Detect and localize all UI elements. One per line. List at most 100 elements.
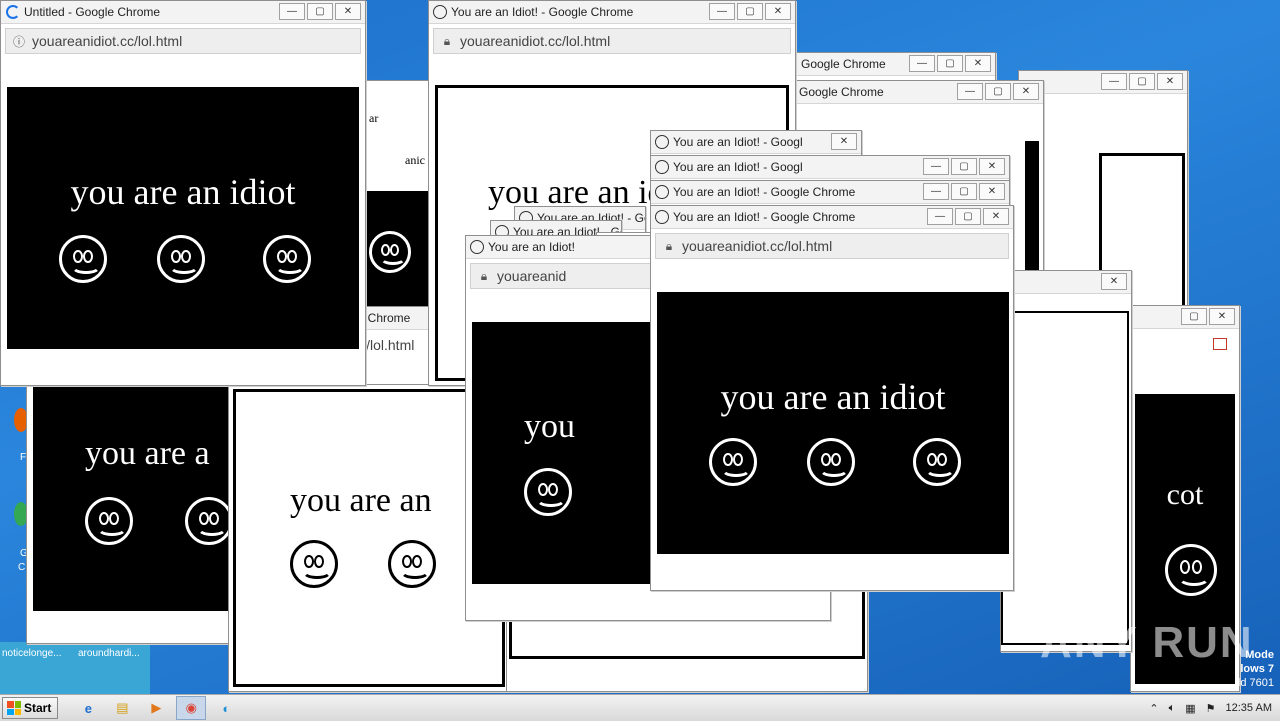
close-button[interactable]: ✕ [965,55,991,72]
desktop-icon-label: C [18,562,26,573]
minimize-button[interactable]: — [709,3,735,20]
title-bar[interactable]: — ▢ ✕ [1019,71,1187,94]
close-button[interactable]: ✕ [765,3,791,20]
window-title: Google Chrome [799,85,884,99]
fragment-text: anic [405,153,425,167]
window-title: You are an Idiot! - Google Chrome [451,5,634,19]
minimize-button[interactable]: — [909,55,935,72]
notification-panel: noticelonge... aroundhardi... [0,642,150,694]
close-button[interactable]: ✕ [983,208,1009,225]
minimize-button[interactable]: — [1101,73,1127,90]
message-text: you are an idiot [720,377,946,417]
smiley-icon [290,540,338,588]
network-icon[interactable]: ▦ [1185,702,1195,715]
title-bar[interactable]: ✕ [1001,271,1131,294]
lock-icon: 🔒︎ [480,268,488,283]
notice-text: aroundhardi... [78,648,140,659]
window-title: You are an Idiot! - Google Chrome [673,185,856,199]
ie-icon[interactable]: e [74,697,102,719]
page-content: you are an idiot [7,87,359,349]
media-icon[interactable]: ▶ [142,697,170,719]
tray-expand-icon[interactable]: ⌃ [1149,702,1158,715]
windows-logo-icon [7,701,21,715]
maximize-button[interactable]: ▢ [955,208,981,225]
window-title: You are an Idiot! - Google Chrome [673,210,856,224]
maximize-button[interactable]: ▢ [737,3,763,20]
close-button[interactable]: ✕ [1157,73,1183,90]
browser-window-bg[interactable]: you are a [26,380,238,644]
start-button[interactable]: Start [2,697,59,719]
close-button[interactable]: ✕ [979,183,1005,200]
message-text: you are an idiot [70,172,296,212]
title-bar[interactable]: ▢ ✕ [1131,306,1239,329]
title-bar[interactable]: Google Chrome — ▢ ✕ [797,53,995,76]
maximize-button[interactable]: ▢ [307,3,333,20]
taskbar: Start e ▤ ▶ ◉ ◐ ⌃ 🔈︎ ▦ ⚑ 12:35 AM [0,694,1280,721]
smiley-icon [263,235,311,283]
smiley-icon [709,438,757,486]
chrome-icon[interactable]: ◉ [176,696,207,720]
volume-icon[interactable]: 🔈︎ [1169,702,1176,715]
smiley-icon [388,540,436,588]
notice-text: noticelonge... [2,648,62,659]
close-button[interactable]: ✕ [1013,83,1039,100]
title-bar[interactable]: You are an Idiot! - Googl — ▢ ✕ [651,156,1009,179]
address-bar[interactable]: 🔒︎ youareanidiot.cc/lol.html [433,28,791,54]
minimize-button[interactable]: — [957,83,983,100]
edge-icon[interactable]: ◐ [212,697,240,719]
smiley-icon [913,438,961,486]
window-title: You are an Idiot! - Googl [673,160,803,174]
title-bar[interactable]: Google Chrome — ▢ ✕ [795,81,1043,104]
browser-window-main[interactable]: You are an Idiot! - Google Chrome — ▢ ✕ 🔒︎… [650,205,1014,591]
address-bar[interactable]: ⓘ youareanidiot.cc/lol.html [5,28,361,54]
maximize-button[interactable]: ▢ [951,183,977,200]
url-text: youareanid [497,268,567,284]
close-button[interactable]: ✕ [979,158,1005,175]
system-tray: ⌃ 🔈︎ ▦ ⚑ 12:35 AM [1149,702,1272,715]
maximize-button[interactable]: ▢ [985,83,1011,100]
title-bar[interactable]: You are an Idiot! - Google Chrome — ▢ ✕ [429,1,795,24]
os-build-text: Mode lows 7 ld 7601 [1238,648,1274,690]
close-button[interactable]: ✕ [831,133,857,150]
title-bar[interactable]: Untitled - Google Chrome — ▢ ✕ [1,1,365,24]
smiley-icon [185,497,233,545]
os-text-line: Mode [1245,649,1274,661]
url-text: youareanidiot.cc/lol.html [32,33,183,49]
cast-icon[interactable] [1213,338,1227,350]
desktop: F G C noticelonge... aroundhardi... — ▢ ✕ … [0,0,1280,694]
smiley-icon [1165,544,1217,596]
close-button[interactable]: ✕ [1209,308,1235,325]
message-text: you are a [85,435,210,472]
url-text: i/lol.html [363,337,415,353]
loading-spinner-icon [6,5,20,19]
smiley-icon [807,438,855,486]
maximize-button[interactable]: ▢ [1181,308,1207,325]
title-bar[interactable]: You are an Idiot! - Googl ✕ [651,131,861,154]
favicon-smiley-icon [655,210,669,224]
smiley-icon [524,468,572,516]
lock-icon: 🔒︎ [443,33,451,48]
favicon-smiley-icon [655,185,669,199]
explorer-icon[interactable]: ▤ [108,697,136,719]
minimize-button[interactable]: — [923,183,949,200]
action-center-icon[interactable]: ⚑ [1206,702,1216,715]
url-text: youareanidiot.cc/lol.html [460,33,611,49]
maximize-button[interactable]: ▢ [937,55,963,72]
watermark: ANY RUN [1040,618,1254,667]
maximize-button[interactable]: ▢ [951,158,977,175]
smiley-icon [369,231,411,273]
minimize-button[interactable]: — [279,3,305,20]
clock[interactable]: 12:35 AM [1226,702,1272,714]
minimize-button[interactable]: — [923,158,949,175]
browser-window-bg[interactable]: ✕ [1000,270,1132,652]
close-button[interactable]: ✕ [335,3,361,20]
browser-window-untitled[interactable]: Untitled - Google Chrome — ▢ ✕ ⓘ youareani… [0,0,366,386]
title-bar[interactable]: You are an Idiot! - Google Chrome — ▢ ✕ [651,181,1009,204]
close-button[interactable]: ✕ [1101,273,1127,290]
page-content [1001,311,1129,645]
minimize-button[interactable]: — [927,208,953,225]
address-bar[interactable]: 🔒︎ youareanidiot.cc/lol.html [655,233,1009,259]
maximize-button[interactable]: ▢ [1129,73,1155,90]
title-bar[interactable]: You are an Idiot! - Google Chrome — ▢ ✕ [651,206,1013,229]
fragment-text: ar [369,111,379,125]
